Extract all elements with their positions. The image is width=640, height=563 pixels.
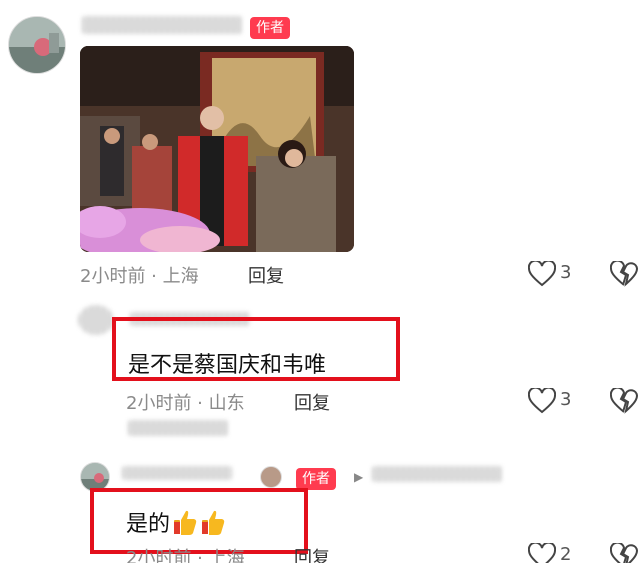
comment2-text: 是的: [126, 506, 226, 538]
post-reply-button[interactable]: 回复: [248, 262, 284, 288]
heart-icon[interactable]: [528, 261, 556, 287]
small-avatar: [260, 466, 282, 488]
comment2-like-count: 2: [560, 544, 572, 563]
broken-heart-icon[interactable]: [610, 543, 638, 563]
comment2-text-label: 是的: [126, 512, 171, 537]
comment1-text: 是不是蔡国庆和韦唯: [128, 353, 327, 378]
author-badge: 作者: [250, 17, 290, 39]
thumbs-up-icon: [202, 510, 225, 535]
comment1-reply-button[interactable]: 回复: [294, 389, 330, 415]
author-avatar[interactable]: [8, 16, 66, 74]
heart-icon[interactable]: [528, 543, 556, 563]
thumbs-up-icon: [174, 510, 197, 535]
comment1-like-count: 3: [560, 389, 572, 410]
broken-heart-icon[interactable]: [610, 388, 638, 414]
reply-to-name-blurred: [372, 466, 502, 482]
post-photo[interactable]: [80, 46, 354, 252]
author-name-blurred: [122, 466, 232, 480]
reply-list-blurred: [128, 420, 228, 436]
author-badge: 作者: [296, 468, 336, 490]
commenter-avatar-blurred: [78, 305, 114, 335]
broken-heart-icon[interactable]: [610, 261, 638, 287]
author-name-blurred: [82, 16, 242, 34]
comment1-meta: 2小时前 · 山东: [126, 393, 245, 414]
comment2-meta: 2小时前 · 上海: [126, 548, 245, 563]
reply-arrow-icon: ▶: [354, 470, 364, 484]
heart-icon[interactable]: [528, 388, 556, 414]
post-like-count: 3: [560, 262, 572, 283]
comment2-reply-button[interactable]: 回复: [294, 544, 330, 563]
post-meta: 2小时前 · 上海: [80, 266, 199, 287]
